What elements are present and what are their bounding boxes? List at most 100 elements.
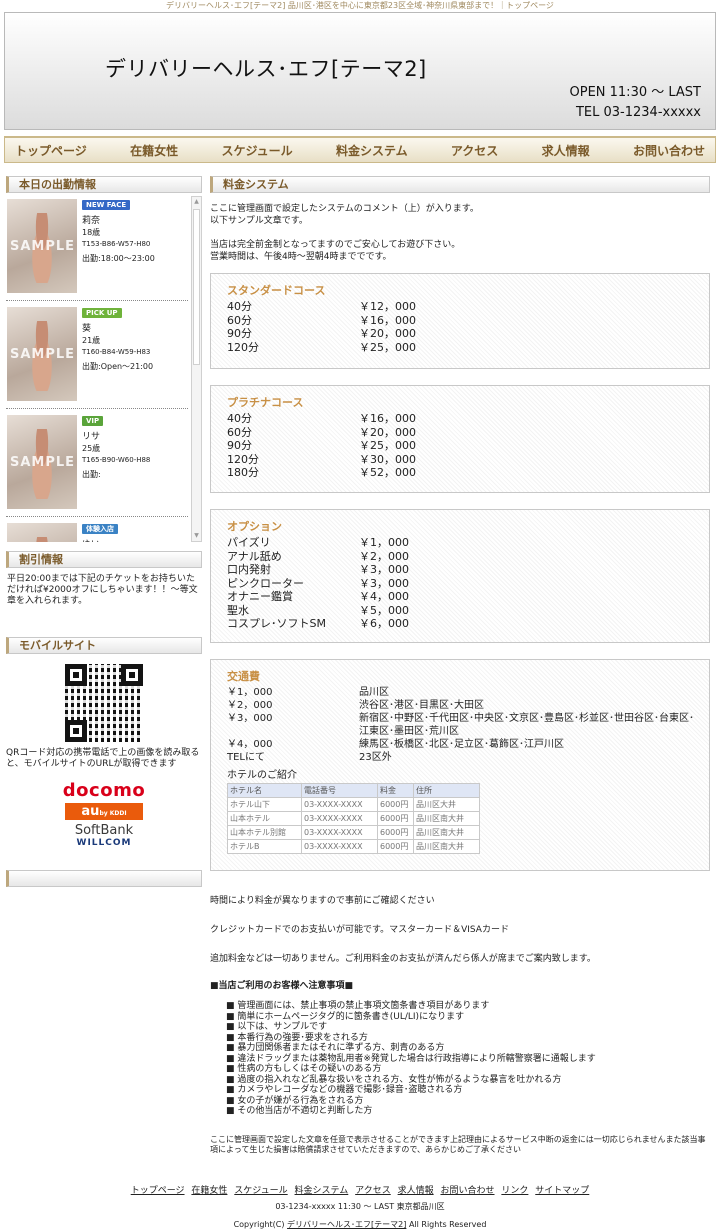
girl-time: 出勤: — [82, 470, 101, 479]
qr-code-icon — [65, 664, 143, 742]
price-row: 180分 ￥52，000 — [227, 466, 416, 479]
table-row: 山本ホテル 03-XXXX-XXXX 6000円 品川区南大井 — [227, 811, 480, 826]
price-row: 90分 ￥25，000 — [227, 439, 416, 452]
platinum-course-title: プラチナコース — [227, 396, 304, 409]
footer-link-contact[interactable]: お問い合わせ — [440, 1186, 494, 1196]
au-logo: auby KDDI — [65, 803, 143, 820]
options-title: オプション — [227, 520, 282, 533]
footer-link-price[interactable]: 料金システム — [295, 1186, 349, 1196]
new-face-badge: NEW FACE — [82, 200, 131, 210]
mobile-text: QRコード対応の携帯電話で上の画像を読み取ると、モバイルサイトのURLが取得でき… — [6, 748, 200, 769]
footer-link-recruit[interactable]: 求人情報 — [398, 1186, 434, 1196]
footer-site-link[interactable]: デリバリーヘルス･エフ[テーマ2] — [287, 1220, 406, 1229]
price-row: 120分 ￥25，000 — [227, 340, 416, 354]
standard-course-panel: スタンダードコース 40分 ￥12，000 60分 ￥16，000 90分 ￥20，0… — [210, 273, 710, 369]
price-row: 60分 ￥20，000 — [227, 425, 416, 439]
fare-row: ￥1，000 品川区 — [227, 687, 389, 698]
sidebar: 本日の出勤情報 SAMPLE NEW FACE 莉奈 18歳 T153-B86-… — [6, 176, 202, 887]
list-item: 本番行為の強要･要求をされる方 — [226, 1033, 710, 1044]
girl-photo[interactable]: SAMPLE — [7, 415, 77, 509]
footer-note: ここに管理画面で設定した文章を任意で表示させることができます上記理由によるサービ… — [210, 1134, 706, 1154]
options-panel: オプション パイズリ ￥1，000 アナル舐め ￥2，000 口内発射 ￥3，000 … — [210, 509, 710, 643]
girl-name[interactable]: ゆい — [82, 537, 100, 542]
footer-link-schedule[interactable]: スケジュール — [234, 1186, 287, 1196]
site-header: デリバリーヘルス･エフ[テーマ2] OPEN 11:30 〜 LAST TEL … — [4, 12, 716, 130]
standard-course-title: スタンダードコース — [227, 284, 326, 297]
list-item: 女の子が嫌がる行為をされる方 — [226, 1096, 710, 1107]
discount-text: 平日20:00までは下記のチケットをお持ちいただければ¥2000オフにしちゃいま… — [7, 574, 198, 606]
list-item: 以下は、サンプルです — [226, 1022, 710, 1033]
fare-row: ￥2，000 渋谷区･港区･目黒区･大田区 — [227, 700, 484, 711]
footer-address: 03-1234-xxxxx 11:30 〜 LAST 東京都品川区 — [275, 1202, 445, 1211]
list-item: 過度の指入れなど乱暴な扱いをされる方、女性が怖がるような暴言を吐かれる方 — [226, 1075, 710, 1086]
price-row: コスプレ･ソフトSM ￥6，000 — [227, 617, 409, 630]
footer-link-girls[interactable]: 在籍女性 — [191, 1186, 227, 1196]
footer-link-top[interactable]: トップページ — [131, 1186, 185, 1196]
girl-name[interactable]: 莉奈 — [82, 213, 100, 226]
girl-card[interactable]: SAMPLE PICK UP 葵 21歳 T160-B84-W59-H83 出勤… — [6, 305, 188, 409]
footer-copyright: Copyright(C) デリバリーヘルス･エフ[テーマ2] All Right… — [233, 1220, 487, 1229]
nav-schedule[interactable]: スケジュール — [221, 142, 292, 159]
price-row: 40分 ￥12，000 — [227, 300, 416, 313]
note-credit: クレジットカードでのお支払いが可能です。マスターカード＆VISAカード — [210, 925, 509, 935]
footer-links: トップページ 在籍女性 スケジュール 料金システム アクセス 求人情報 お問い合… — [0, 1183, 720, 1196]
girl-photo[interactable]: SAMPLE — [7, 523, 77, 542]
caution-title: ■当店ご利用のお客様へ注意事項■ — [210, 981, 354, 991]
hotel-table: ホテル名 電話番号 料金 住所 ホテル山下 03-XXXX-XXXX 6000円 品川… — [227, 783, 480, 854]
girl-name[interactable]: 葵 — [82, 321, 91, 334]
note-extra: 追加料金などは一切ありません。ご利用料金のお支払が済んだら係人が席までご案内致し… — [210, 954, 596, 964]
discount-heading: 割引情報 — [6, 551, 202, 568]
docomo-logo: docomo — [62, 780, 146, 801]
scroll-up-icon[interactable]: ▲ — [192, 197, 201, 207]
price-row: アナル舐め ￥2，000 — [227, 549, 409, 563]
open-hours: OPEN 11:30 〜 LAST — [569, 85, 702, 100]
today-heading: 本日の出勤情報 — [6, 176, 202, 193]
scroll-thumb[interactable] — [193, 209, 200, 365]
price-row: 40分 ￥16，000 — [227, 412, 416, 425]
girl-photo[interactable]: SAMPLE — [7, 307, 77, 401]
price-row: パイズリ ￥1，000 — [227, 536, 409, 549]
nav-top[interactable]: トップページ — [15, 142, 87, 159]
transport-title: 交通費 — [227, 670, 260, 683]
girl-time: 出勤:Open〜21:00 — [82, 362, 154, 371]
table-row: ホテル山下 03-XXXX-XXXX 6000円 品川区大井 — [227, 797, 480, 812]
mobile-heading: モバイルサイト — [6, 637, 202, 654]
price-row: ピンクローター ￥3，000 — [227, 576, 409, 590]
footer-link-access[interactable]: アクセス — [355, 1186, 391, 1196]
price-row: 聖水 ￥5，000 — [227, 603, 409, 617]
girl-size: T160-B84-W59-H83 — [82, 348, 151, 356]
footer-link-links[interactable]: リンク — [501, 1186, 528, 1196]
fare-row: ￥4，000 練馬区･板橋区･北区･足立区･葛飾区･江戸川区 — [227, 739, 564, 750]
scroll-down-icon[interactable]: ▼ — [192, 531, 201, 541]
nav-girls[interactable]: 在籍女性 — [130, 142, 178, 159]
price-row: 口内発射 ￥3，000 — [227, 563, 409, 576]
girl-photo[interactable]: SAMPLE — [7, 199, 77, 293]
girl-age: 21歳 — [82, 336, 101, 345]
nav-recruit[interactable]: 求人情報 — [542, 142, 590, 159]
site-title[interactable]: デリバリーヘルス･エフ[テーマ2] — [105, 53, 427, 83]
girl-card[interactable]: SAMPLE VIP リサ 25歳 T165-B90-W60-H88 出勤: — [6, 413, 188, 517]
girl-size: T165-B90-W60-H88 — [82, 456, 151, 464]
nav-access[interactable]: アクセス — [451, 142, 498, 159]
list-item: カメラやレコーダなどの機器で撮影･録音･盗聴される方 — [226, 1085, 710, 1096]
vip-badge: VIP — [82, 416, 104, 426]
main-content: 料金システム ここに管理画面で設定したシステムのコメント（上）が入ります。 以下… — [210, 176, 710, 1155]
girl-name[interactable]: リサ — [82, 429, 100, 442]
girl-card[interactable]: SAMPLE 体験入店 ゆい — [6, 521, 188, 542]
main-nav: トップページ 在籍女性 スケジュール 料金システム アクセス 求人情報 お問い合… — [4, 136, 716, 163]
caution-list: 管理画面には、禁止事項の禁止事項文箇条書き項目があります 簡単にホームページタグ… — [226, 1001, 710, 1117]
list-item: 簡単にホームページタグ的に箇条書き(UL/LI)になります — [226, 1012, 710, 1023]
top-banner-text: デリバリーヘルス･エフ[テーマ2] 品川区･港区を中心に東京都23区全域･神奈川… — [166, 1, 554, 10]
price-row: 90分 ￥20，000 — [227, 327, 416, 340]
girls-scrollbar[interactable]: ▲ ▼ — [191, 196, 202, 542]
nav-contact[interactable]: お問い合わせ — [633, 142, 705, 159]
today-girls-list[interactable]: SAMPLE NEW FACE 莉奈 18歳 T153-B86-W57-H80 … — [6, 197, 202, 542]
girl-card[interactable]: SAMPLE NEW FACE 莉奈 18歳 T153-B86-W57-H80 … — [6, 197, 188, 301]
girl-size: T153-B86-W57-H80 — [82, 240, 151, 248]
fare-row: ￥3，000 新宿区･中野区･千代田区･中央区･文京区･豊島区･杉並区･世田谷区･… — [227, 713, 694, 737]
price-row: オナニー鑑賞 ￥4，000 — [227, 590, 409, 603]
hotel-label: ホテルのご紹介 — [227, 770, 297, 781]
list-item: 性病の方もしくはその疑いのある方 — [226, 1064, 710, 1075]
footer-link-sitemap[interactable]: サイトマップ — [535, 1186, 589, 1196]
nav-price[interactable]: 料金システム — [336, 142, 408, 159]
